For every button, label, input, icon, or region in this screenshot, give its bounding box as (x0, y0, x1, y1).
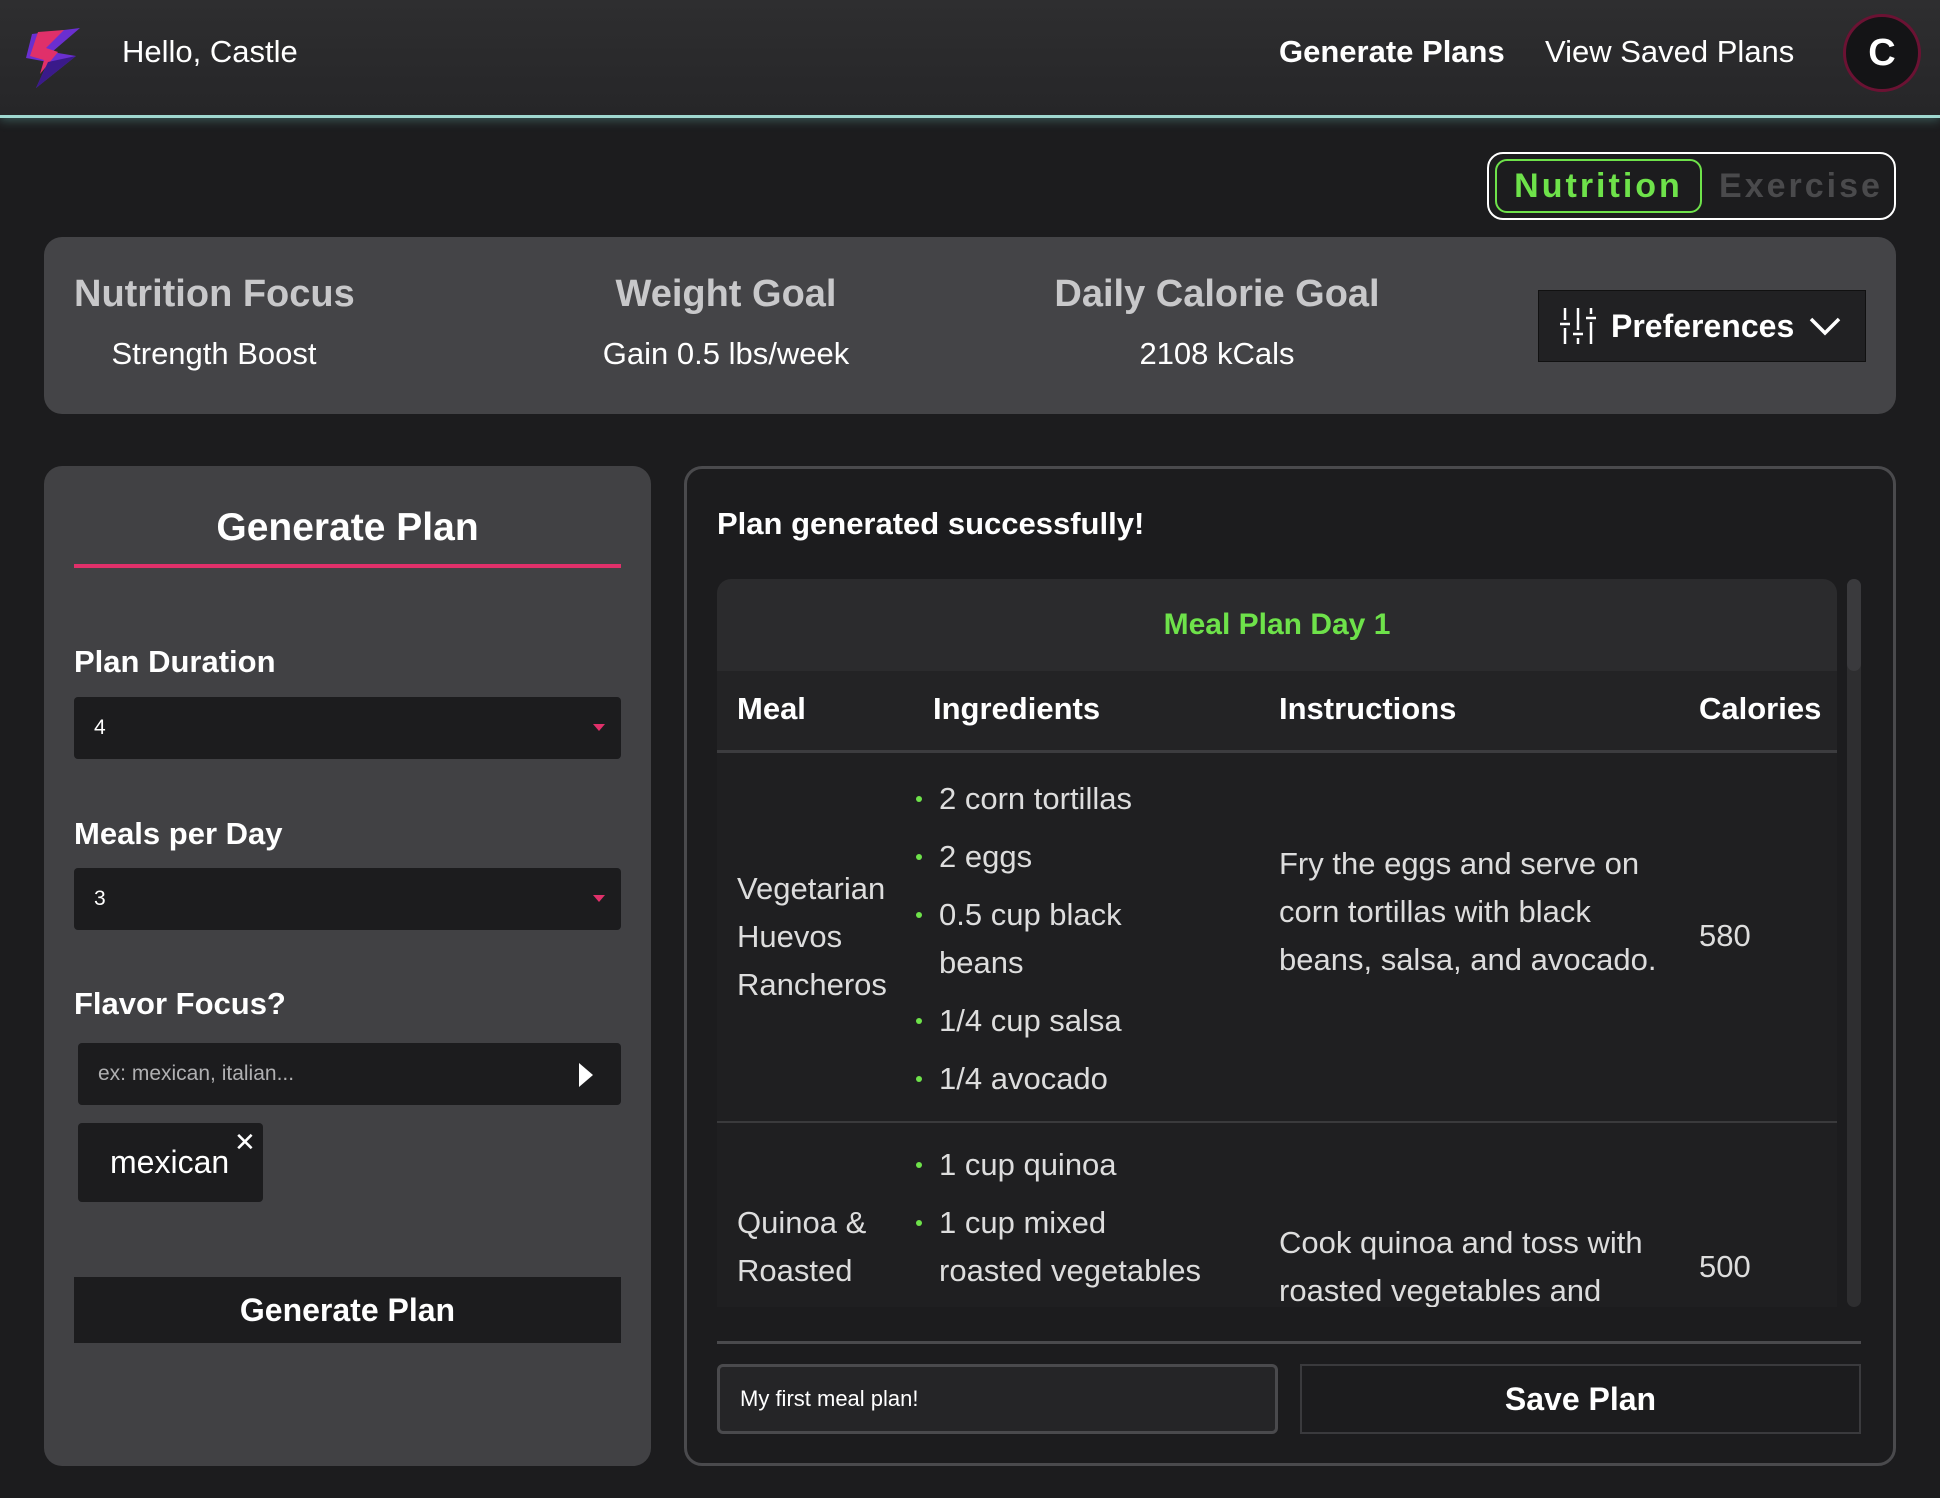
toggle-exercise[interactable]: Exercise (1711, 159, 1891, 213)
table-row: Quinoa & Roasted 1 cup quinoa 1 cup mixe… (717, 1123, 1837, 1307)
goals-summary-panel: Nutrition Focus Strength Boost Weight Go… (44, 237, 1896, 414)
nutrition-focus-value: Strength Boost (111, 336, 317, 371)
nutrition-focus-label: Nutrition Focus (74, 273, 355, 315)
plan-name-input[interactable] (717, 1364, 1278, 1434)
sliders-icon (1560, 308, 1596, 344)
save-plan-button[interactable]: Save Plan (1300, 1364, 1861, 1434)
mode-toggle: Nutrition Exercise (1487, 152, 1896, 220)
ingredient-item: 2 eggs (913, 833, 1203, 881)
meals-per-day-select[interactable]: 3 (74, 868, 621, 930)
nutrition-focus-block: Nutrition Focus Strength Boost (74, 273, 355, 372)
meal-plan-day-title: Meal Plan Day 1 (717, 579, 1837, 671)
ingredient-item: 1 cup mixed roasted vegetables (913, 1199, 1203, 1295)
weight-goal-label: Weight Goal (615, 273, 837, 315)
user-avatar[interactable]: C (1843, 14, 1921, 92)
column-header-calories: Calories (1699, 691, 1822, 726)
chevron-down-icon (1809, 317, 1841, 336)
generate-plan-button[interactable]: Generate Plan (74, 1277, 621, 1343)
ingredients-list: 2 corn tortillas 2 eggs 0.5 cup black be… (913, 775, 1203, 1113)
calorie-goal-value: 2108 kCals (1139, 336, 1295, 371)
add-flavor-arrow-icon[interactable] (579, 1063, 593, 1087)
nav-generate-plans[interactable]: Generate Plans (1279, 34, 1505, 70)
user-greeting: Hello, Castle (122, 34, 298, 69)
toggle-nutrition[interactable]: Nutrition (1495, 159, 1702, 213)
meal-instructions: Cook quinoa and toss with roasted vegeta… (1279, 1225, 1643, 1307)
flavor-focus-label: Flavor Focus? (74, 986, 286, 1021)
generate-plan-title: Generate Plan (216, 506, 479, 549)
ingredient-item: 1/4 avocado (913, 1055, 1203, 1103)
calorie-goal-block: Daily Calorie Goal 2108 kCals (1002, 273, 1432, 372)
caret-down-icon (593, 895, 605, 902)
table-scrollbar[interactable] (1847, 579, 1861, 1307)
flavor-tag-label: mexican (110, 1144, 230, 1180)
caret-down-icon (593, 724, 605, 731)
meal-name: Vegetarian Huevos Rancheros (737, 871, 887, 1002)
meal-plan-table[interactable]: Meal Plan Day 1 Meal Ingredients Instruc… (717, 579, 1837, 1307)
plan-duration-label: Plan Duration (74, 644, 276, 679)
column-header-ingredients: Ingredients (933, 691, 1101, 726)
scrollbar-thumb[interactable] (1847, 579, 1861, 671)
table-row: Vegetarian Huevos Rancheros 2 corn torti… (717, 753, 1837, 1123)
preferences-label: Preferences (1611, 307, 1795, 344)
app-logo-icon[interactable] (18, 22, 92, 96)
ingredient-item: 0.5 cup black beans (913, 891, 1203, 987)
column-header-instructions: Instructions (1279, 691, 1457, 726)
generate-plan-card: Generate Plan Plan Duration 4 Meals per … (44, 466, 651, 1466)
plan-duration-value: 4 (94, 716, 106, 739)
meals-per-day-value: 3 (94, 887, 106, 910)
plan-duration-select[interactable]: 4 (74, 697, 621, 759)
table-header: Meal Ingredients Instructions Calories (717, 671, 1837, 753)
column-header-meal: Meal (737, 691, 806, 726)
weight-goal-value: Gain 0.5 lbs/week (602, 336, 850, 371)
ingredients-list: 1 cup quinoa 1 cup mixed roasted vegetab… (913, 1141, 1203, 1305)
meal-name: Quinoa & Roasted (737, 1205, 867, 1288)
flavor-tag: mexican ✕ (78, 1123, 263, 1202)
close-icon[interactable]: ✕ (234, 1127, 256, 1158)
ingredient-item: 1 cup quinoa (913, 1141, 1203, 1189)
meal-instructions: Fry the eggs and serve on corn tortillas… (1279, 846, 1657, 977)
calorie-goal-label: Daily Calorie Goal (1054, 273, 1380, 315)
meal-calories: 580 (1699, 918, 1751, 953)
weight-goal-block: Weight Goal Gain 0.5 lbs/week (536, 273, 916, 372)
success-message: Plan generated successfully! (717, 506, 1145, 541)
flavor-focus-input[interactable] (78, 1043, 621, 1105)
top-bar: Hello, Castle Generate Plans View Saved … (0, 0, 1940, 118)
ingredient-item: 1/4 cup salsa (913, 997, 1203, 1045)
plan-result-card: Plan generated successfully! Meal Plan D… (684, 466, 1896, 1466)
nav-view-saved-plans[interactable]: View Saved Plans (1545, 34, 1794, 70)
meals-per-day-label: Meals per Day (74, 816, 283, 851)
footer-divider (717, 1341, 1861, 1344)
ingredient-item: 2 corn tortillas (913, 775, 1203, 823)
meal-calories: 500 (1699, 1249, 1751, 1284)
preferences-dropdown-button[interactable]: Preferences (1538, 290, 1866, 362)
title-underline (74, 564, 621, 568)
